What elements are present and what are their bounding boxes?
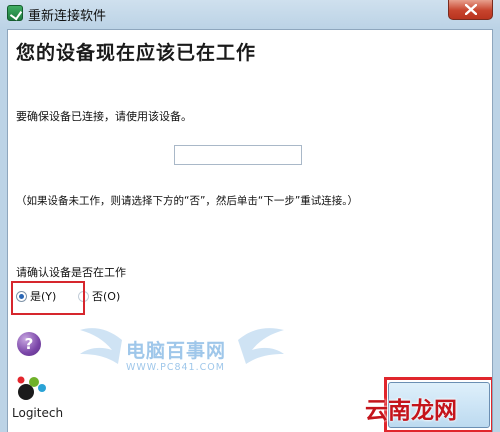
site-watermark: 电脑百事网 WWW.PC841.COM [78, 320, 288, 390]
logitech-icon [17, 376, 46, 400]
app-icon [7, 5, 23, 21]
watermark-url: WWW.PC841.COM [126, 362, 225, 373]
logitech-logo: Logitech [12, 374, 72, 430]
close-button[interactable] [448, 0, 493, 20]
dialog-content: 您的设备现在应该已在工作 要确保设备已连接，请使用该设备。 （如果设备未工作，则… [7, 29, 493, 432]
retry-note: （如果设备未工作，则请选择下方的“否”，然后单击“下一步”重试连接。） [16, 195, 359, 207]
confirm-question: 请确认设备是否在工作 [16, 266, 126, 279]
device-test-field[interactable] [174, 145, 302, 165]
page-title: 您的设备现在应该已在工作 [16, 42, 257, 64]
instruction-text: 要确保设备已连接，请使用该设备。 [16, 110, 192, 123]
window-title: 重新连接软件 [28, 9, 107, 24]
dialog-window: 重新连接软件 您的设备现在应该已在工作 要确保设备已连接，请使用该设备。 （如果… [0, 0, 500, 432]
help-icon[interactable]: ? [17, 332, 41, 356]
brand-watermark: 云南龙网 [365, 398, 457, 424]
logo-text: Logitech [12, 406, 64, 420]
radio-no-label: 否(O) [92, 290, 121, 303]
title-bar[interactable]: 重新连接软件 [0, 0, 500, 28]
highlight-box-radio [11, 281, 85, 315]
watermark-title: 电脑百事网 [126, 340, 227, 362]
close-icon [465, 4, 477, 15]
